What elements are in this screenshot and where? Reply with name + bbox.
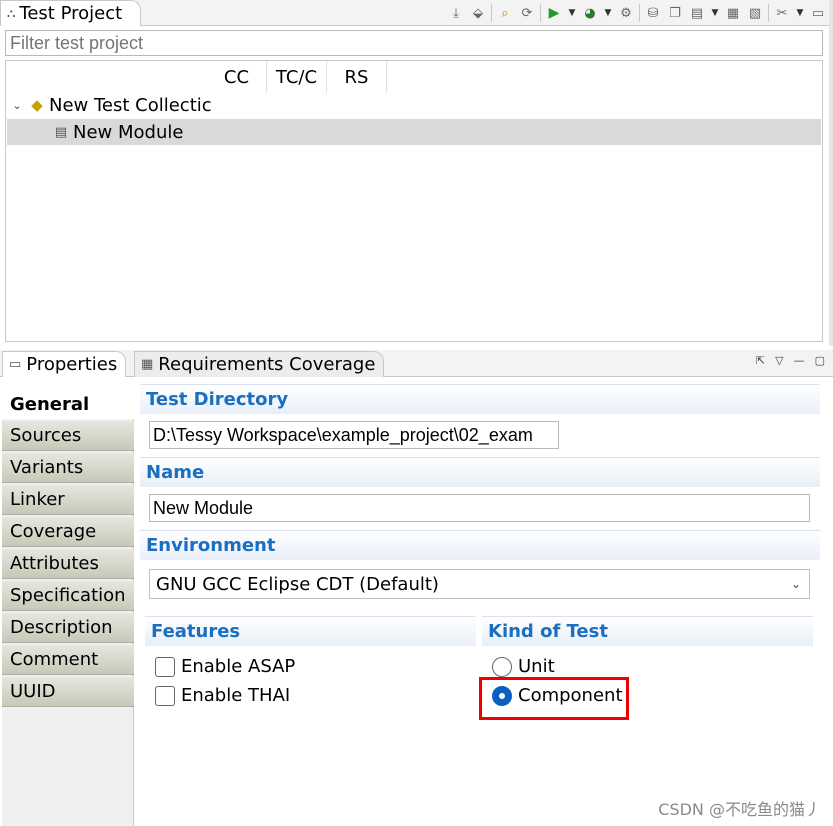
sidebar-item-coverage[interactable]: Coverage bbox=[2, 517, 134, 547]
coverage-icon[interactable]: ◕ bbox=[581, 4, 599, 22]
minimize-icon[interactable]: — bbox=[794, 354, 805, 367]
analyze-icon[interactable]: ⌕ bbox=[496, 4, 514, 22]
tab-properties-label: Properties bbox=[26, 354, 118, 375]
properties-icon: ▭ bbox=[9, 357, 22, 372]
name-field[interactable] bbox=[149, 494, 810, 522]
run-dropdown-icon[interactable]: ▼ bbox=[567, 4, 577, 22]
enable-thai-label: Enable THAI bbox=[181, 685, 291, 706]
sidebar-item-comment[interactable]: Comment bbox=[2, 645, 134, 675]
tab-requirements-coverage-label: Requirements Coverage bbox=[158, 354, 376, 375]
sidebar-item-attributes[interactable]: Attributes bbox=[2, 549, 134, 579]
report-icon[interactable]: ▦ bbox=[724, 4, 742, 22]
sidebar-item-specification[interactable]: Specification bbox=[2, 581, 134, 611]
enable-thai-checkbox[interactable] bbox=[155, 685, 175, 706]
tab-properties[interactable]: ▭ Properties bbox=[2, 351, 127, 377]
sidebar-item-sources[interactable]: Sources bbox=[2, 421, 134, 451]
environment-heading: Environment bbox=[140, 530, 820, 560]
move-down-icon[interactable]: ⤓ bbox=[447, 4, 465, 22]
environment-selected-value: GNU GCC Eclipse CDT (Default) bbox=[156, 573, 439, 595]
document-icon[interactable]: ▤ bbox=[688, 4, 706, 22]
properties-view-tools: ⇱ ▽ — ▢ bbox=[756, 354, 825, 367]
settings-icon[interactable]: ⚙ bbox=[617, 4, 635, 22]
test-directory-field[interactable] bbox=[149, 421, 559, 449]
general-properties-panel: Test Directory Name Environment GNU GCC … bbox=[135, 378, 827, 826]
unit-label: Unit bbox=[518, 656, 555, 677]
module-icon: ▤ bbox=[54, 124, 68, 140]
refresh-icon[interactable]: ⟳ bbox=[518, 4, 536, 22]
run-icon[interactable]: ▶ bbox=[545, 4, 563, 22]
tree-row-module[interactable]: ▤ New Module bbox=[7, 119, 821, 145]
tree-row-collection[interactable]: ⌄ ◆ New Test Collectic bbox=[7, 92, 821, 118]
name-heading: Name bbox=[140, 457, 820, 487]
expand-chevron-icon[interactable]: ⌄ bbox=[7, 99, 27, 112]
maximize-icon[interactable]: ▢ bbox=[815, 354, 825, 367]
database-icon[interactable]: ⛁ bbox=[644, 4, 662, 22]
column-header-rs[interactable]: RS bbox=[327, 61, 387, 93]
environment-select[interactable]: GNU GCC Eclipse CDT (Default) ⌄ bbox=[149, 569, 810, 599]
watermark: CSDN @不吃鱼的猫丿 bbox=[658, 800, 821, 819]
sidebar-item-uuid[interactable]: UUID bbox=[2, 677, 134, 707]
enable-thai-option[interactable]: Enable THAI bbox=[155, 685, 290, 706]
unit-radio[interactable] bbox=[492, 656, 512, 677]
enable-asap-option[interactable]: Enable ASAP bbox=[155, 656, 295, 677]
sidebar-item-general[interactable]: General bbox=[2, 389, 134, 419]
tree-item-label: New Test Collectic bbox=[49, 94, 212, 116]
column-header-cc[interactable]: CC bbox=[207, 61, 267, 93]
test-project-toolbar: ⤓ ⬙ ⌕ ⟳ ▶ ▼ ◕ ▼ ⚙ ⛁ ❐ ▤ ▼ ▦ ▧ ✂ ▼ ▭ bbox=[447, 3, 827, 23]
view-menu-icon[interactable]: ▽ bbox=[775, 354, 783, 367]
toolbar-separator bbox=[540, 4, 541, 22]
test-project-tree: CC TC/C RS ⌄ ◆ New Test Collectic ▤ New … bbox=[5, 60, 823, 342]
sidebar-item-variants[interactable]: Variants bbox=[2, 453, 134, 483]
project-icon: ⛬ bbox=[7, 6, 16, 20]
view-scrollbar-edge[interactable] bbox=[829, 0, 833, 346]
properties-tabbar: ▭ Properties ▦ Requirements Coverage ⇱ ▽… bbox=[0, 350, 833, 377]
test-directory-heading: Test Directory bbox=[140, 384, 820, 414]
import-icon[interactable]: ⬙ bbox=[469, 4, 487, 22]
test-project-tab[interactable]: ⛬ Test Project bbox=[0, 0, 142, 26]
test-project-tab-title: Test Project bbox=[19, 3, 123, 24]
document-dropdown-icon[interactable]: ▼ bbox=[710, 4, 720, 22]
test-project-tabbar: ⛬ Test Project ⤓ ⬙ ⌕ ⟳ ▶ ▼ ◕ ▼ ⚙ ⛁ ❐ ▤ ▼… bbox=[0, 0, 833, 26]
coverage-dropdown-icon[interactable]: ▼ bbox=[603, 4, 613, 22]
enable-asap-checkbox[interactable] bbox=[155, 656, 175, 677]
pin-icon[interactable]: ⇱ bbox=[756, 354, 765, 367]
sidebar-item-linker[interactable]: Linker bbox=[2, 485, 134, 515]
features-heading: Features bbox=[145, 616, 476, 646]
toolbar-separator bbox=[491, 4, 492, 22]
tab-requirements-coverage[interactable]: ▦ Requirements Coverage bbox=[134, 351, 385, 377]
unit-option[interactable]: Unit bbox=[492, 656, 555, 677]
filter-dropdown-icon[interactable]: ▼ bbox=[795, 4, 805, 22]
chevron-down-icon: ⌄ bbox=[790, 577, 801, 591]
tree-item-label: New Module bbox=[73, 121, 184, 143]
test-project-view: ⛬ Test Project ⤓ ⬙ ⌕ ⟳ ▶ ▼ ◕ ▼ ⚙ ⛁ ❐ ▤ ▼… bbox=[0, 0, 833, 346]
properties-sidebar: General Sources Variants Linker Coverage… bbox=[2, 389, 134, 826]
enable-asap-label: Enable ASAP bbox=[181, 656, 296, 677]
toolbar-separator bbox=[768, 4, 769, 22]
filter-test-project-input[interactable] bbox=[5, 30, 823, 56]
kind-of-test-heading: Kind of Test bbox=[482, 616, 813, 646]
export-icon[interactable]: ▧ bbox=[746, 4, 764, 22]
minimize-icon[interactable]: ▭ bbox=[809, 4, 827, 22]
filter-tool-icon[interactable]: ✂ bbox=[773, 4, 791, 22]
collection-icon: ◆ bbox=[31, 96, 43, 114]
sidebar-item-description[interactable]: Description bbox=[2, 613, 134, 643]
grid-icon: ▦ bbox=[141, 357, 154, 372]
toolbar-separator bbox=[639, 4, 640, 22]
annotation-highlight-box bbox=[479, 677, 629, 720]
column-header-tc-c[interactable]: TC/C bbox=[267, 61, 327, 93]
copy-icon[interactable]: ❐ bbox=[666, 4, 684, 22]
